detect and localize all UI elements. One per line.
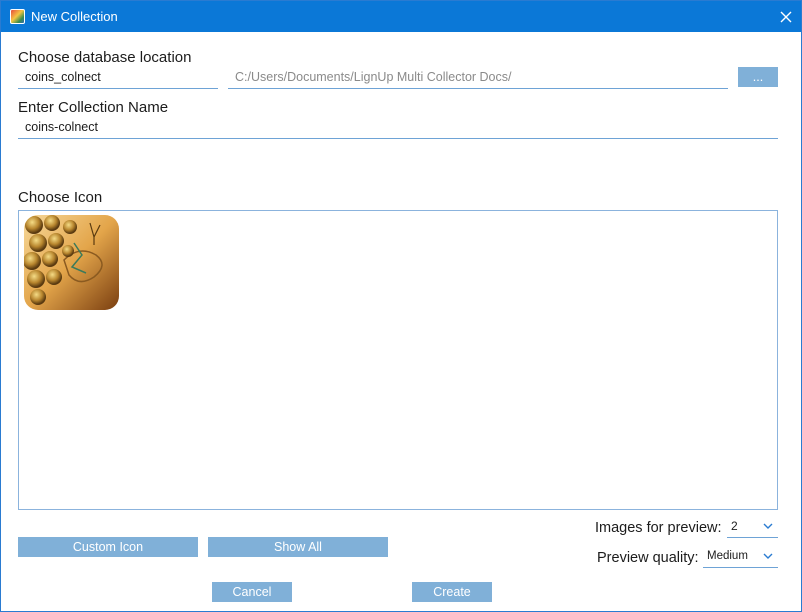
create-button[interactable]: Create bbox=[412, 582, 492, 602]
new-collection-dialog: New Collection Choose database location … bbox=[0, 0, 802, 612]
choose-icon-label: Choose Icon bbox=[18, 189, 103, 206]
app-icon bbox=[10, 9, 25, 24]
cancel-button[interactable]: Cancel bbox=[212, 582, 292, 602]
close-icon bbox=[780, 11, 792, 22]
chevron-down-icon bbox=[763, 553, 773, 559]
browse-button[interactable]: ... bbox=[738, 67, 778, 87]
icon-list[interactable] bbox=[18, 210, 778, 510]
show-all-button[interactable]: Show All bbox=[208, 537, 388, 557]
images-for-preview-value: 2 bbox=[731, 519, 738, 533]
preview-quality-label: Preview quality: bbox=[597, 550, 699, 566]
database-name-field[interactable]: coins_colnect bbox=[18, 67, 218, 89]
window-title: New Collection bbox=[31, 9, 118, 24]
images-for-preview-label: Images for preview: bbox=[595, 520, 722, 536]
preview-quality-value: Medium bbox=[707, 550, 748, 562]
chevron-down-icon bbox=[763, 523, 773, 529]
preview-quality-select[interactable]: Medium bbox=[703, 546, 778, 568]
collection-name-label: Enter Collection Name bbox=[18, 99, 169, 116]
collection-name-field[interactable]: coins-colnect bbox=[18, 117, 778, 139]
title-bar: New Collection bbox=[1, 1, 801, 32]
close-button[interactable] bbox=[771, 1, 801, 32]
images-for-preview-select[interactable]: 2 bbox=[727, 516, 778, 538]
treasure-map-coins-image bbox=[24, 215, 119, 310]
treasure-map-coins-icon[interactable] bbox=[24, 215, 119, 310]
database-location-label: Choose database location bbox=[18, 49, 192, 66]
database-path-field[interactable]: C:/Users/Documents/LignUp Multi Collecto… bbox=[228, 67, 728, 89]
custom-icon-button[interactable]: Custom Icon bbox=[18, 537, 198, 557]
